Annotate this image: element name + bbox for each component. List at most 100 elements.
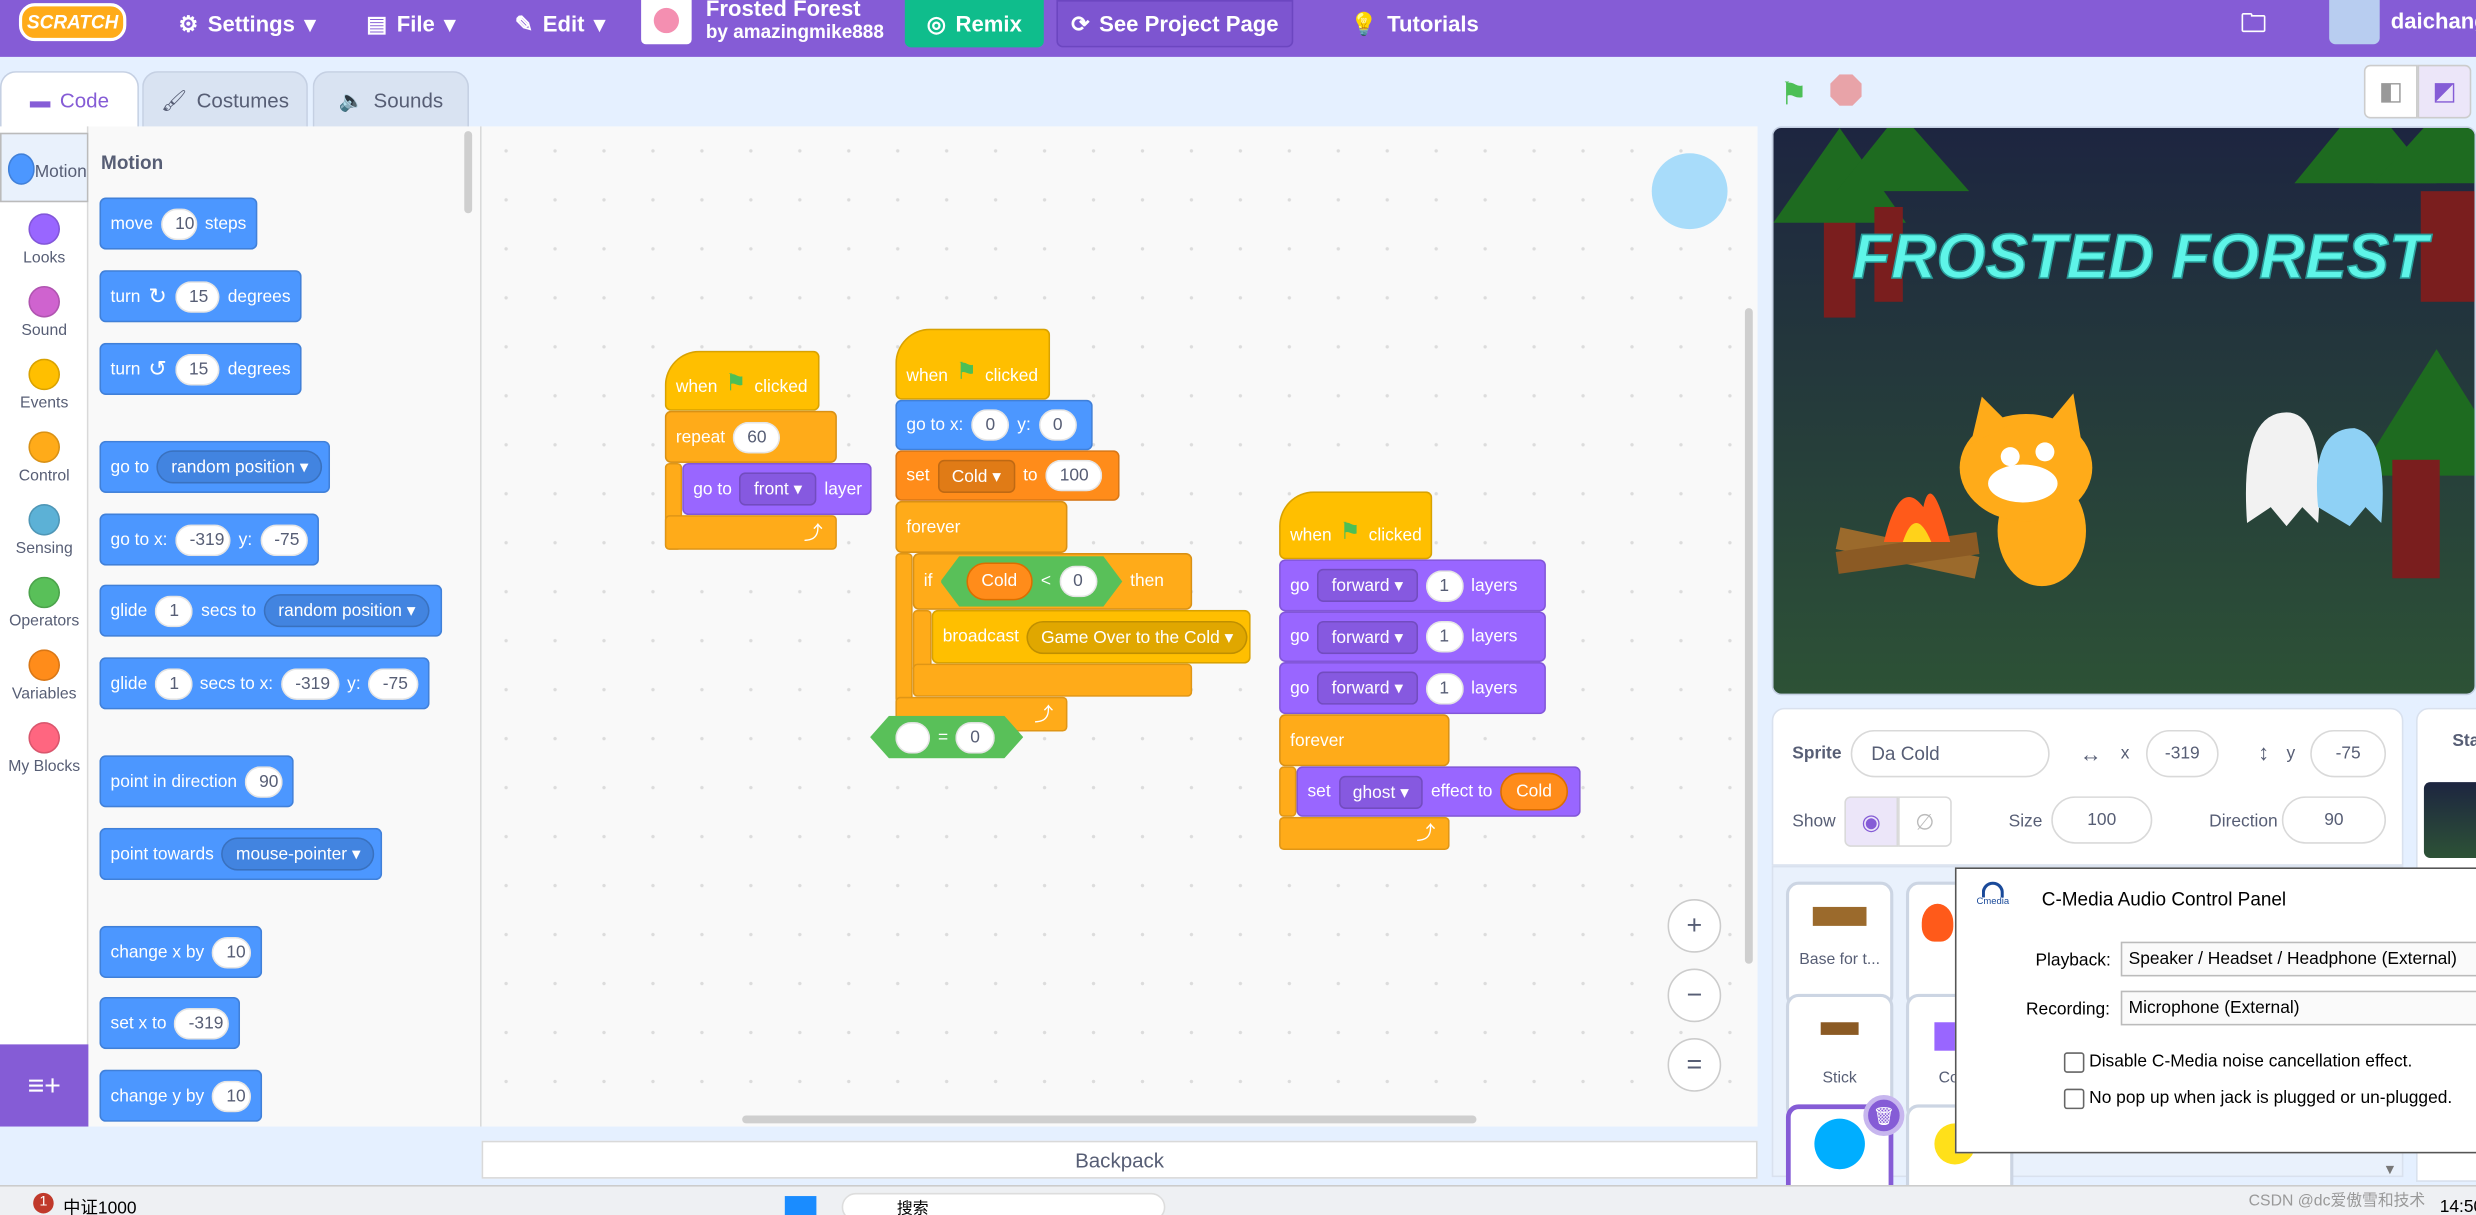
number-input[interactable]: 15 — [174, 353, 220, 385]
size-input[interactable]: 100 — [2051, 796, 2153, 844]
stage[interactable]: FROSTED FOREST — [1771, 126, 2476, 696]
dropdown[interactable]: forward ▾ — [1317, 568, 1418, 602]
palette-block[interactable]: go to random position ▾ — [99, 440, 331, 493]
tutorials-button[interactable]: 💡 Tutorials — [1350, 0, 1479, 47]
number-input[interactable]: 0 — [971, 409, 1010, 441]
when-flag-clicked-hat[interactable]: when ⚑ clicked — [1279, 491, 1433, 560]
backpack[interactable]: Backpack — [481, 1140, 1758, 1179]
zoom-reset-button[interactable]: = — [1667, 1038, 1722, 1092]
palette-block[interactable]: set x to -319 — [99, 996, 241, 1050]
edit-menu[interactable]: ✎ Edit ▾ — [515, 0, 605, 47]
number-input[interactable]: 1 — [155, 594, 194, 627]
category-events[interactable]: Events — [0, 351, 88, 421]
windows-start-icon[interactable] — [784, 1196, 817, 1215]
dropdown[interactable]: front ▾ — [739, 472, 817, 506]
go-to-xy-block[interactable]: go to x: 0 y: 0 — [895, 399, 1093, 451]
number-input[interactable]: 1 — [1425, 620, 1464, 653]
remix-button[interactable]: ◎ Remix — [904, 0, 1044, 48]
large-stage-button[interactable]: ◩ — [2417, 64, 2472, 119]
username[interactable]: daichang — [2391, 8, 2476, 33]
palette-block[interactable]: glide 1 secs to x: -319 y: -75 — [99, 657, 430, 710]
number-input[interactable] — [895, 721, 930, 753]
tab-costumes[interactable]: 🖌 Costumes — [142, 71, 308, 128]
palette-block[interactable]: change x by 10 — [99, 925, 263, 979]
palette-block[interactable]: turn ↺ 15 degrees — [99, 342, 302, 395]
condition-block[interactable]: Cold <0 — [940, 556, 1122, 607]
tab-sounds[interactable]: 🔈 Sounds — [312, 71, 469, 128]
number-input[interactable]: 15 — [174, 280, 220, 313]
forever-block[interactable]: forever — [895, 500, 1068, 553]
scroll-down-icon[interactable]: ▼ — [2383, 1161, 2397, 1177]
palette-block[interactable]: glide 1 secs to random position ▾ — [99, 584, 443, 637]
green-flag-icon[interactable]: ⚑ — [1780, 74, 1808, 114]
category-sensing[interactable]: Sensing — [0, 496, 88, 566]
see-project-page-button[interactable]: ⟳ See Project Page — [1056, 0, 1294, 48]
avatar[interactable] — [2329, 0, 2380, 45]
repeat-block[interactable]: repeat 60 — [664, 410, 837, 463]
project-title[interactable]: Frosted Forest — [706, 0, 861, 21]
number-input[interactable]: 60 — [733, 421, 781, 453]
small-stage-button[interactable]: ◧ — [2363, 64, 2418, 119]
category-operators[interactable]: Operators — [0, 569, 88, 639]
dropdown[interactable]: random position ▾ — [157, 450, 323, 484]
number-input[interactable]: 90 — [244, 765, 283, 798]
number-input[interactable]: 1 — [155, 667, 192, 700]
palette-block[interactable]: change y by 10 — [99, 1069, 263, 1122]
number-input[interactable]: -319 — [174, 1007, 229, 1039]
show-hidden-button[interactable]: ∅ — [1898, 796, 1952, 847]
palette-block[interactable]: point towards mouse-pointer ▾ — [99, 827, 383, 881]
dropdown[interactable]: random position ▾ — [264, 594, 430, 628]
palette-block[interactable]: turn ↻ 15 degrees — [99, 270, 302, 323]
when-flag-clicked-hat[interactable]: when ⚑ clicked — [664, 350, 820, 411]
number-input[interactable]: -319 — [175, 523, 231, 556]
x-input[interactable]: -319 — [2145, 729, 2219, 778]
palette-scrollbar[interactable] — [464, 131, 473, 214]
variable-reporter[interactable]: Cold — [1500, 772, 1568, 811]
zoom-out-button[interactable]: − — [1667, 968, 1722, 1023]
dropdown[interactable]: mouse-pointer ▾ — [221, 837, 375, 871]
no-popup-checkbox[interactable] — [2063, 1088, 2085, 1110]
playback-select[interactable]: Speaker / Headset / Headphone (External) — [2120, 941, 2476, 977]
number-input[interactable]: -75 — [368, 667, 419, 700]
if-block[interactable]: if Cold <0 then — [912, 553, 1193, 610]
when-flag-clicked-hat[interactable]: when ⚑ clicked — [895, 328, 1051, 400]
number-input[interactable]: 1 — [1425, 672, 1464, 704]
forever-block[interactable]: forever — [1279, 714, 1450, 767]
dropdown[interactable]: Cold ▾ — [937, 458, 1016, 493]
palette-block[interactable]: point in direction 90 — [99, 755, 294, 808]
number-input[interactable]: 0 — [1038, 409, 1077, 441]
dropdown[interactable]: forward ▾ — [1317, 620, 1418, 654]
script-horizontal-scrollbar[interactable] — [742, 1115, 1477, 1124]
category-my-blocks[interactable]: My Blocks — [0, 714, 88, 784]
number-input[interactable]: -75 — [260, 523, 308, 556]
taskbar-search[interactable]: 搜索 — [841, 1192, 1166, 1215]
add-extension-button[interactable]: ≡+ — [0, 1044, 89, 1127]
variable-reporter[interactable]: Cold — [966, 562, 1033, 600]
y-input[interactable]: -75 — [2310, 729, 2387, 778]
category-looks[interactable]: Looks — [0, 205, 88, 275]
number-input[interactable]: 10 — [212, 1079, 252, 1112]
set-variable-block[interactable]: set Cold ▾ to 100 — [895, 450, 1120, 501]
script-vertical-scrollbar[interactable] — [1744, 308, 1753, 964]
zoom-in-button[interactable]: + — [1667, 899, 1722, 953]
show-visible-button[interactable]: ◉ — [1844, 796, 1899, 847]
scratch-logo[interactable]: SCRATCH — [18, 3, 127, 42]
folder-icon[interactable]: 🗀 — [2241, 6, 2266, 49]
go-to-layer-block[interactable]: go to front ▾ layer — [682, 462, 872, 516]
equals-block[interactable]: = 0 — [870, 716, 1023, 759]
tab-code[interactable]: ▬ Code — [0, 71, 139, 128]
number-input[interactable]: 100 — [1045, 459, 1103, 492]
project-author[interactable]: by amazingmike888 — [706, 21, 884, 43]
dropdown[interactable]: forward ▾ — [1317, 671, 1418, 705]
file-menu[interactable]: ▤ File ▾ — [366, 0, 455, 47]
stop-icon[interactable] — [1830, 74, 1862, 106]
dropdown[interactable]: Game Over to the Cold ▾ — [1026, 620, 1248, 654]
sprite-name-input[interactable]: Da Cold — [1850, 729, 2050, 778]
palette-block[interactable]: move 10 steps — [99, 197, 258, 250]
number-input[interactable]: -319 — [281, 667, 340, 700]
go-forward-layers-block[interactable]: go forward ▾ 1 layers — [1279, 611, 1546, 663]
set-effect-block[interactable]: set ghost ▾ effect to Cold — [1296, 766, 1581, 817]
category-motion[interactable]: Motion — [0, 132, 89, 203]
direction-input[interactable]: 90 — [2281, 796, 2387, 844]
script-area[interactable]: + − = when ⚑ clicked repeat 60 go to front ▾ la… — [481, 126, 1758, 1127]
